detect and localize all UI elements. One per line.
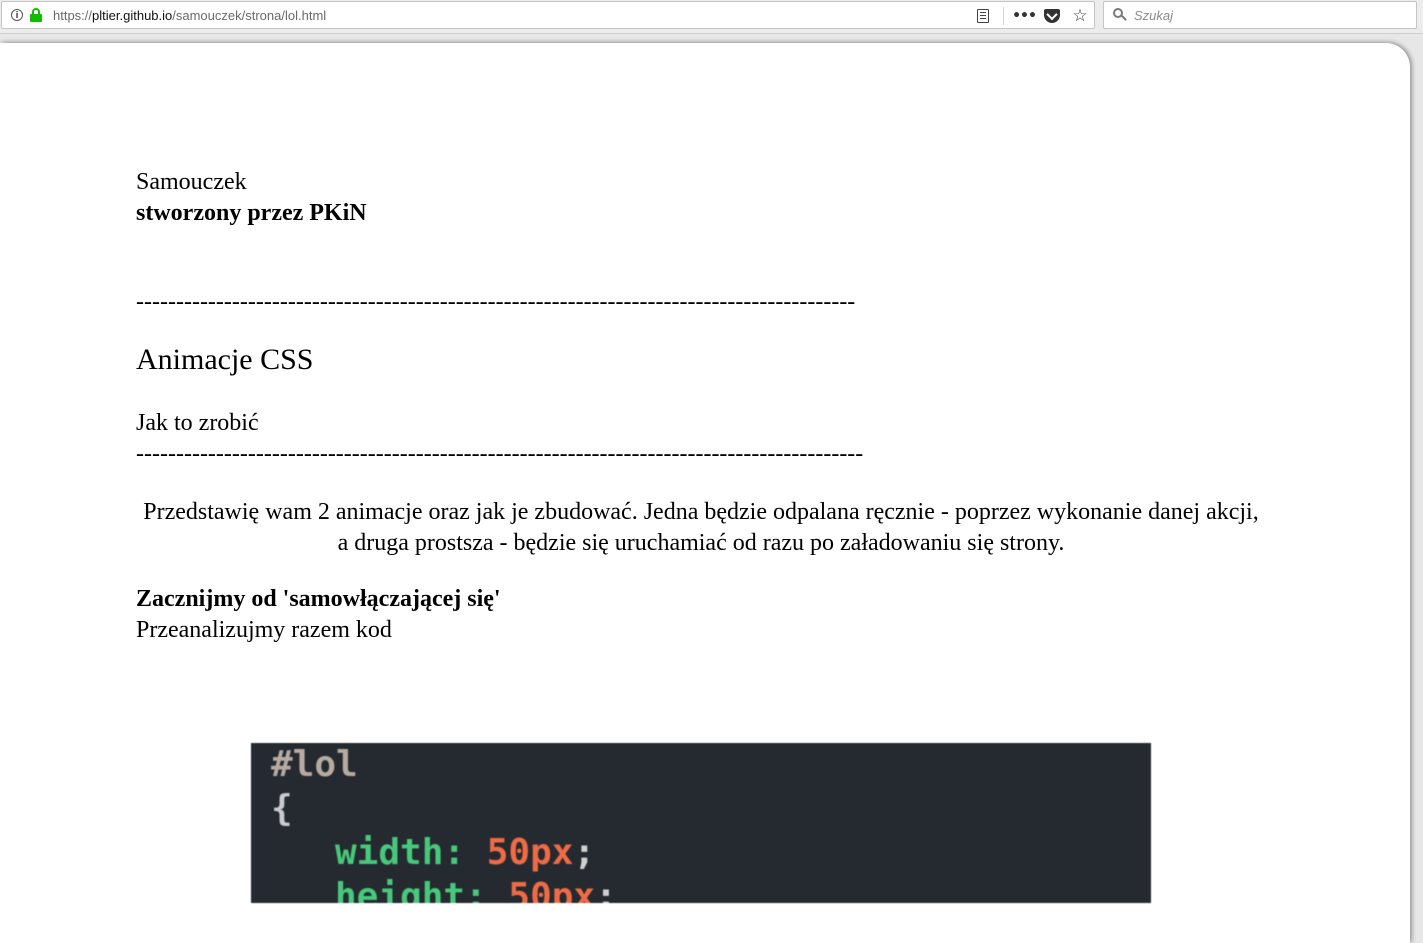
section-subtitle: Przeanalizujmy razem kod bbox=[136, 617, 392, 643]
url-host: pltier.github.io bbox=[92, 8, 173, 23]
page-content: Samouczek stworzony przez PKiN ---------… bbox=[136, 167, 1259, 646]
intro-paragraph: Przedstawię wam 2 animacje oraz jak je z… bbox=[143, 499, 1259, 556]
pocket-icon[interactable] bbox=[1043, 7, 1061, 25]
more-actions-icon[interactable]: ••• bbox=[1012, 7, 1037, 25]
reader-view-icon[interactable] bbox=[974, 7, 992, 25]
lock-icon[interactable] bbox=[30, 8, 42, 22]
divider-line: ----------------------------------------… bbox=[136, 289, 856, 315]
page-heading: Animacje CSS bbox=[136, 343, 314, 376]
search-icon bbox=[1113, 8, 1127, 22]
code-line-height: height: 50px; bbox=[335, 876, 617, 903]
browser-toolbar: i https://pltier.github.io/samouczek/str… bbox=[0, 0, 1423, 34]
brand-author: stworzony przez PKiN bbox=[136, 200, 367, 226]
toolbar-separator bbox=[1003, 7, 1004, 25]
code-brace: { bbox=[271, 788, 293, 829]
info-icon[interactable]: i bbox=[11, 9, 23, 21]
brand-title: Samouczek bbox=[136, 169, 247, 195]
code-line-width: width: 50px; bbox=[335, 832, 596, 873]
bookmark-star-icon[interactable]: ☆ bbox=[1070, 6, 1090, 26]
url-path: /samouczek/strona/lol.html bbox=[172, 8, 327, 23]
search-bar[interactable] bbox=[1103, 1, 1417, 29]
address-bar[interactable]: i https://pltier.github.io/samouczek/str… bbox=[1, 1, 1095, 29]
url-text[interactable]: https://pltier.github.io/samouczek/stron… bbox=[53, 8, 326, 23]
url-prefix: https:// bbox=[53, 8, 93, 23]
section-title: Zacznijmy od 'samowłączającej się' bbox=[136, 586, 501, 612]
howto-label: Jak to zrobić bbox=[136, 410, 259, 436]
divider-line-2: ----------------------------------------… bbox=[136, 441, 864, 467]
search-input[interactable] bbox=[1134, 6, 1404, 24]
brand: Samouczek stworzony przez PKiN bbox=[136, 167, 1252, 229]
code-selector: #lol bbox=[271, 744, 358, 785]
code-screenshot: #lol { width: 50px; height: 50px; bbox=[251, 743, 1151, 903]
